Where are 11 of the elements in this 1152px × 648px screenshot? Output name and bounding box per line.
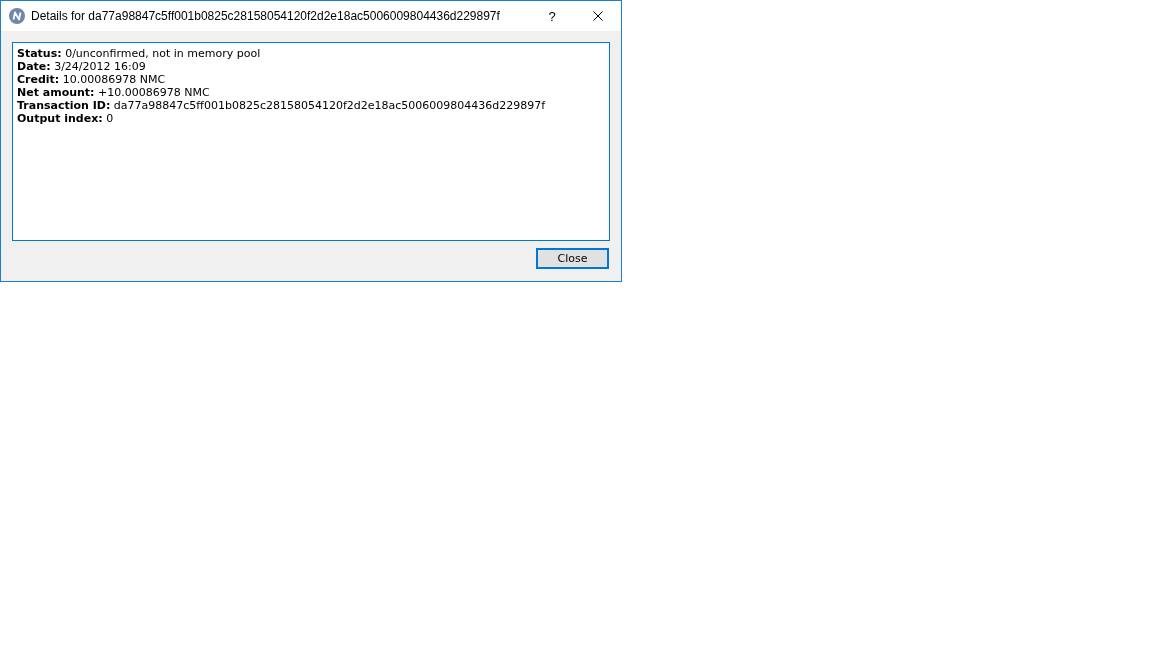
app-logo-icon — [9, 8, 25, 24]
detail-line: Transaction ID: da77a98847c5ff001b0825c28158054120f2d2e18ac5006009804436d229897f — [17, 99, 547, 112]
detail-line: Credit: 10.00086978 NMC — [17, 73, 167, 86]
detail-line: Output index: 0 — [17, 112, 115, 125]
window-title: Details for da77a98847c5ff001b0825c28158054120f2d2e18ac5006009804436d229897f — [31, 9, 501, 23]
detail-line: Status: 0/unconfirmed, not in memory pool — [17, 47, 262, 60]
help-button[interactable]: ? — [529, 1, 575, 31]
close-button[interactable]: Close — [536, 248, 609, 269]
close-icon — [593, 11, 603, 21]
detail-line: Net amount: +10.00086978 NMC — [17, 86, 211, 99]
detail-line: Date: 3/24/2012 16:09 — [17, 60, 147, 73]
